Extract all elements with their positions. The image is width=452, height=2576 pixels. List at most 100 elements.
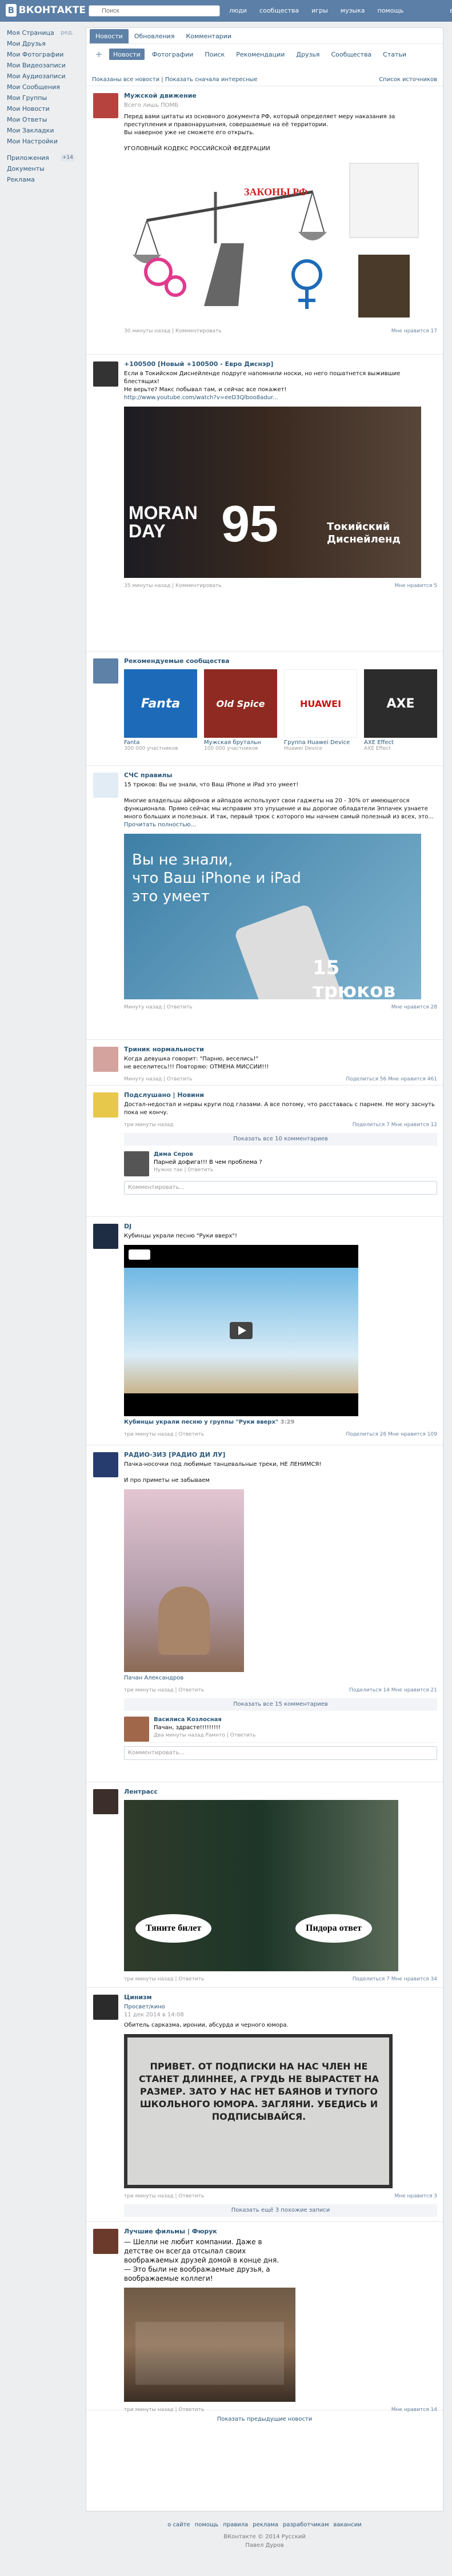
footer-jobs[interactable]: вакансии — [333, 2522, 361, 2528]
rec-old-spice[interactable]: Old Spice Мужская брутальн 100 000 участ… — [204, 669, 277, 751]
show-all-comments[interactable]: Показать все 15 комментариев — [124, 1698, 437, 1711]
like-button[interactable]: Мне нравится 17 — [391, 328, 437, 334]
sidebar-item-videos[interactable]: Мои Видеозаписи — [6, 60, 77, 71]
video-link[interactable]: http://www.youtube.com/watch?v=eeD3Qlboo… — [124, 394, 437, 402]
post-image[interactable]: ЗАКОНЫ РФ — [124, 158, 421, 323]
subtab-photos[interactable]: Фотографии — [148, 49, 198, 60]
nav-music[interactable]: музыка — [334, 0, 371, 22]
post-image[interactable] — [124, 1489, 244, 1672]
nav-communities[interactable]: сообщества — [253, 0, 305, 22]
tab-news[interactable]: Новости — [90, 29, 129, 43]
post-author[interactable]: Лучшие фильмы | Фюрук — [124, 2228, 437, 2235]
post-image[interactable] — [124, 2288, 295, 2402]
subtab-recommendations[interactable]: Рекомендации — [232, 49, 289, 60]
edit-link[interactable]: ред. — [61, 27, 77, 38]
subtab-friends[interactable]: Друзья — [292, 49, 323, 60]
footer-help[interactable]: помощь — [195, 2522, 219, 2528]
like-button[interactable]: Поделиться 14 Мне нравится 21 — [349, 1687, 437, 1693]
search-input[interactable] — [89, 5, 220, 17]
sidebar-item-groups[interactable]: Мои Группы — [6, 93, 77, 103]
footer-about[interactable]: о сайте — [167, 2522, 190, 2528]
post-author[interactable]: +100500 [Новый +100500 - Евро Диснэр] — [124, 360, 437, 368]
video-player[interactable] — [124, 1245, 358, 1416]
sidebar-item-apps[interactable]: Приложения +14 — [6, 152, 77, 163]
comment-meta[interactable]: Два минуты назад Рамнто | Ответить — [154, 1733, 437, 1738]
avatar[interactable] — [93, 1047, 118, 1072]
post-author[interactable]: СЧС правилы — [124, 771, 437, 779]
sidebar-item-my-page[interactable]: Моя Страница ред. — [6, 27, 77, 38]
footer-devs[interactable]: разработчикам — [283, 2522, 329, 2528]
like-button[interactable]: Мне нравится 28 — [391, 1004, 437, 1010]
sidebar-item-audio[interactable]: Мои Аудиозаписи — [6, 71, 77, 82]
post-author[interactable]: Лентрасс — [124, 1788, 437, 1795]
like-button[interactable]: Поделиться 7 Мне нравится 34 — [353, 1976, 437, 1982]
show-all-comments[interactable]: Показать все 10 комментариев — [124, 1133, 437, 1146]
post-author[interactable]: Подслушано | Новини — [124, 1091, 437, 1099]
like-button[interactable]: Поделиться 7 Мне нравится 12 — [353, 1122, 437, 1128]
audio-track[interactable]: Пачан Александров — [124, 1674, 437, 1682]
footer-ads[interactable]: реклама — [253, 2522, 278, 2528]
subtab-search[interactable]: Поиск — [201, 49, 229, 60]
sidebar-item-answers[interactable]: Мои Ответы — [6, 114, 77, 125]
rec-fanta[interactable]: Fanta Fanta 300 000 участников — [124, 669, 197, 751]
video-caption[interactable]: Кубинцы украли песню у группы "Руки ввер… — [124, 1418, 437, 1426]
show-similar-posts[interactable]: Показать ещё 3 похожие записи — [124, 2204, 437, 2217]
comment-input[interactable]: Комментировать... — [124, 1746, 437, 1760]
tab-updates[interactable]: Обновления — [129, 29, 181, 43]
nav-help[interactable]: помощь — [371, 0, 410, 22]
like-button[interactable]: Мне нравится 14 — [391, 2407, 437, 2413]
post-image[interactable]: Вы не знали, что Ваш iPhone и iPad это у… — [124, 834, 421, 999]
sidebar-item-ads[interactable]: Реклама — [6, 174, 77, 185]
comment-author[interactable]: Дима Серов — [154, 1151, 437, 1158]
avatar[interactable] — [93, 1092, 118, 1118]
sidebar-item-bookmarks[interactable]: Мои Закладки — [6, 125, 77, 136]
post-author[interactable]: Триник нормальности — [124, 1046, 437, 1053]
post-author[interactable]: DJ — [124, 1223, 437, 1230]
sidebar-item-photos[interactable]: Мои Фотографии — [6, 49, 77, 60]
post-author[interactable]: РАДИО-ЗИЗ [РАДИО ДИ ЛУ] — [124, 1451, 437, 1458]
comment-meta[interactable]: Нужно так | Ответить — [154, 1167, 437, 1173]
nav-people[interactable]: люди — [223, 0, 253, 22]
post-image[interactable]: Тяните билет Пидора ответ — [124, 1800, 398, 1971]
avatar[interactable] — [93, 1224, 118, 1249]
sidebar-item-news[interactable]: Мои Новости — [6, 103, 77, 114]
tab-comments[interactable]: Комментарии — [180, 29, 237, 43]
subtab-news[interactable]: Новости — [109, 49, 145, 60]
rec-huawei[interactable]: HUAWEI Группа Huawei Device Huawei Devic… — [284, 669, 357, 751]
post-image[interactable]: ПРИВЕТ. ОТ ПОДПИСКИ НА НАС ЧЛЕН НЕ СТАНЕ… — [124, 2034, 393, 2188]
like-button[interactable]: Мне нравится 5 — [394, 583, 437, 589]
avatar[interactable] — [93, 1789, 118, 1814]
sources-link[interactable]: Список источников — [379, 77, 437, 83]
avatar[interactable] — [93, 773, 118, 798]
avatar[interactable] — [93, 1995, 118, 2020]
sidebar-item-friends[interactable]: Мои Друзья — [6, 38, 77, 49]
post-author[interactable]: Мужской движение — [124, 92, 437, 99]
sidebar-item-settings[interactable]: Мои Настройки — [6, 136, 77, 147]
like-button[interactable]: Поделиться 26 Мне нравится 109 — [346, 1432, 437, 1437]
show-all-link[interactable]: Показаны все новости — [92, 77, 159, 83]
post-image[interactable]: MORAN DAY 95 Токийский Диснейленд — [124, 407, 421, 578]
read-more-link[interactable]: Прочитать полностью... — [124, 821, 437, 829]
avatar[interactable] — [93, 93, 118, 118]
comment-avatar[interactable] — [124, 1717, 149, 1742]
comment-author[interactable]: Василиса Козлосная — [154, 1717, 437, 1723]
subtab-communities[interactable]: Сообщества — [327, 49, 375, 60]
subtab-articles[interactable]: Статьи — [379, 49, 410, 60]
sidebar-item-messages[interactable]: Мои Сообщения — [6, 82, 77, 93]
post-author[interactable]: Цинизм — [124, 1994, 437, 2001]
rec-axe[interactable]: AXE AXE Effect AXE Effect — [364, 669, 437, 751]
add-tab-icon[interactable]: + — [92, 49, 106, 60]
comment-avatar[interactable] — [124, 1151, 149, 1176]
avatar[interactable] — [93, 361, 118, 387]
footer-rules[interactable]: правила — [223, 2522, 248, 2528]
show-interesting-link[interactable]: Показать сначала интересные — [165, 77, 258, 83]
like-button[interactable]: Мне нравится 3 — [394, 2193, 437, 2199]
like-button[interactable]: Поделиться 56 Мне нравится 461 — [346, 1076, 437, 1082]
nav-logout[interactable]: выйти — [410, 0, 452, 22]
comment-input[interactable]: Комментировать... — [124, 1181, 437, 1195]
avatar[interactable] — [93, 1452, 118, 1477]
vk-logo[interactable]: В ВКОНТАКТЕ — [6, 4, 86, 17]
sidebar-item-docs[interactable]: Документы — [6, 163, 77, 174]
nav-games[interactable]: игры — [305, 0, 334, 22]
avatar[interactable] — [93, 2229, 118, 2254]
